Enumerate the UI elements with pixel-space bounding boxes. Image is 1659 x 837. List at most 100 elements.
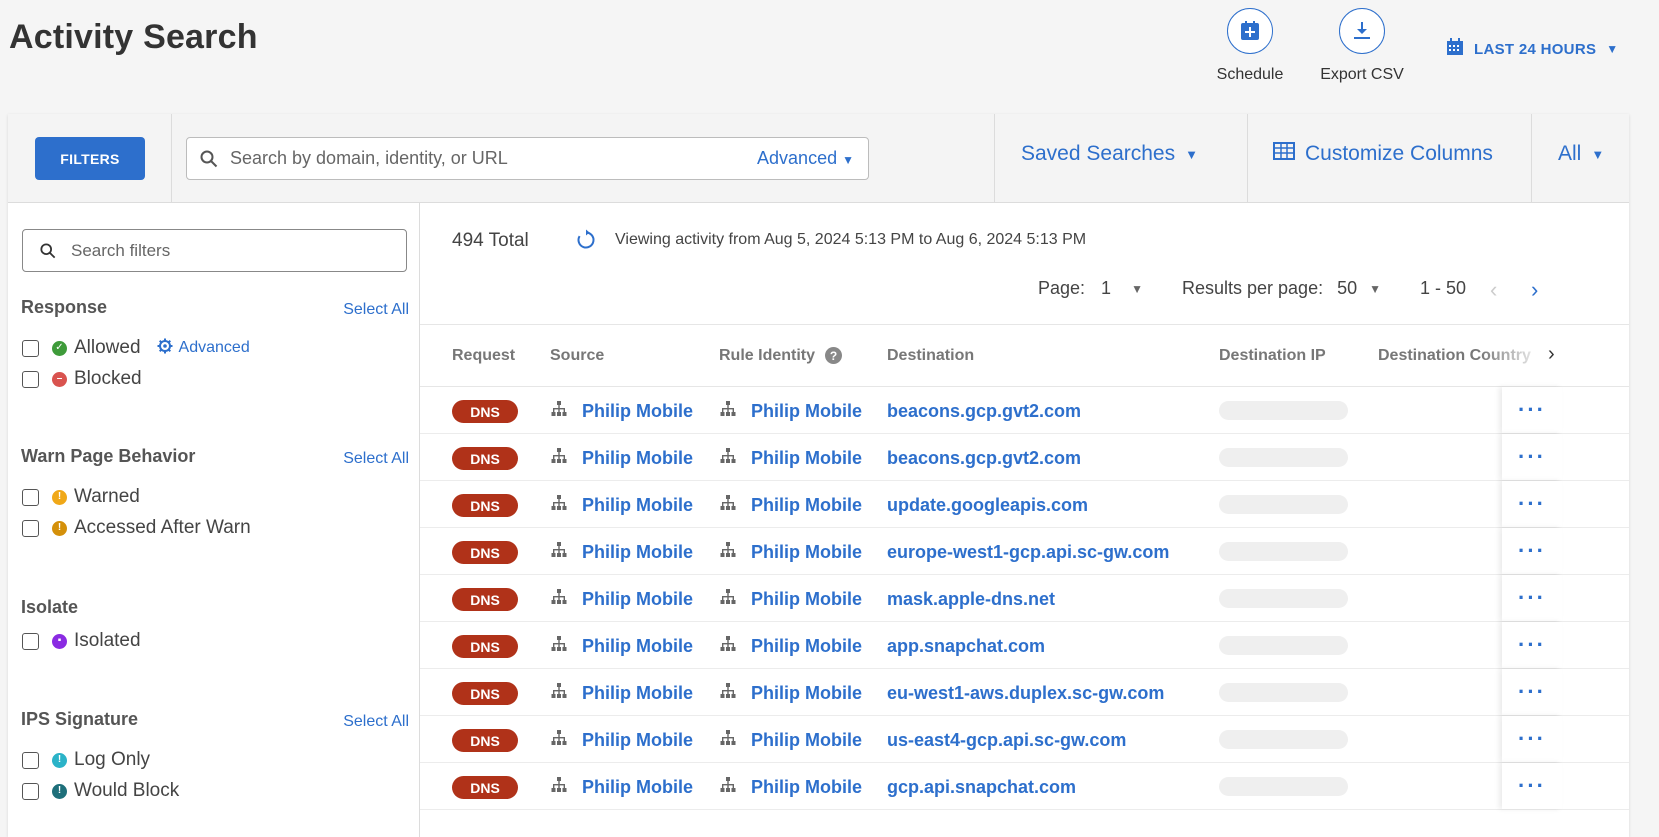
results-per-page-selector[interactable]: Results per page: 50 ▼	[1182, 278, 1381, 299]
rule-identity-link[interactable]: Philip Mobile	[719, 400, 862, 423]
filter-item-label: Accessed After Warn	[74, 517, 251, 538]
source-link[interactable]: Philip Mobile	[550, 729, 693, 752]
table-row[interactable]: DNS Philip Mobile Philip Mobile app.snapcha…	[420, 622, 1629, 669]
source-link[interactable]: Philip Mobile	[550, 400, 693, 423]
column-header-destination[interactable]: Destination	[887, 347, 974, 365]
chevron-left-icon[interactable]: ‹	[1490, 277, 1497, 303]
destination-link[interactable]: us-east4-gcp.api.sc-gw.com	[887, 730, 1126, 751]
filter-search-input[interactable]	[71, 240, 371, 261]
rule-identity-link[interactable]: Philip Mobile	[719, 776, 862, 799]
source-link[interactable]: Philip Mobile	[550, 447, 693, 470]
more-actions-icon[interactable]: ···	[1502, 387, 1562, 433]
section-title-isolate: Isolate	[21, 597, 79, 617]
help-icon[interactable]: ?	[825, 347, 843, 365]
more-actions-icon[interactable]: ···	[1502, 622, 1562, 668]
table-row[interactable]: DNS Philip Mobile Philip Mobile beacons.gcp…	[420, 387, 1629, 434]
source-link[interactable]: Philip Mobile	[550, 682, 693, 705]
advanced-response-link[interactable]: Advanced	[157, 338, 250, 359]
destination-link[interactable]: beacons.gcp.gvt2.com	[887, 448, 1081, 469]
filters-button[interactable]: FILTERS	[35, 137, 145, 180]
allowed-checkbox[interactable]	[22, 339, 39, 357]
would-block-checkbox[interactable]	[22, 782, 39, 800]
identity-icon	[550, 400, 582, 423]
column-header-rule-identity[interactable]: Rule Identity?	[719, 347, 843, 365]
destination-link[interactable]: europe-west1-gcp.api.sc-gw.com	[887, 542, 1169, 563]
more-actions-icon[interactable]: ···	[1502, 763, 1562, 809]
source-link[interactable]: Philip Mobile	[550, 541, 693, 564]
destination-link[interactable]: app.snapchat.com	[887, 636, 1045, 657]
rule-identity-link[interactable]: Philip Mobile	[719, 729, 862, 752]
column-header-source[interactable]: Source	[550, 347, 604, 365]
chevron-right-icon[interactable]: ›	[1548, 343, 1555, 366]
select-all-ips-signature[interactable]: Select All	[343, 713, 409, 731]
more-actions-icon[interactable]: ···	[1502, 669, 1562, 715]
table-row[interactable]: DNS Philip Mobile Philip Mobile gcp.api.sna…	[420, 763, 1629, 810]
caret-down-icon: ▼	[1369, 281, 1382, 296]
column-header-request[interactable]: Request	[452, 347, 515, 365]
source-link[interactable]: Philip Mobile	[550, 776, 693, 799]
destination-ip-placeholder	[1219, 448, 1348, 467]
table-header: Request Source Rule Identity? Destinatio…	[420, 324, 1629, 387]
export-csv-button[interactable]: Export CSV	[1307, 8, 1417, 84]
select-all-warn-page[interactable]: Select All	[343, 450, 409, 468]
table-row[interactable]: DNS Philip Mobile Philip Mobile beacons.gcp…	[420, 434, 1629, 481]
toolbar-divider	[1531, 114, 1532, 203]
warning-circle-icon: !	[52, 520, 67, 536]
all-dropdown[interactable]: All ▼	[1558, 142, 1604, 166]
warning-circle-icon: !	[52, 489, 67, 505]
identity-icon	[719, 400, 751, 423]
table-row[interactable]: DNS Philip Mobile Philip Mobile mask.apple-…	[420, 575, 1629, 622]
time-range-dropdown[interactable]: LAST 24 HOURS ▼	[1446, 38, 1618, 60]
chevron-right-icon[interactable]: ›	[1531, 277, 1538, 303]
destination-link[interactable]: eu-west1-aws.duplex.sc-gw.com	[887, 683, 1164, 704]
filter-item-label: Warned	[74, 486, 140, 507]
more-actions-icon[interactable]: ···	[1502, 481, 1562, 527]
total-count: 494 Total	[452, 230, 529, 251]
filter-item-label: Allowed	[74, 337, 141, 358]
advanced-search-dropdown[interactable]: Advanced ▼	[757, 148, 854, 169]
page-selector[interactable]: Page: 1 ▼	[1038, 278, 1143, 299]
table-row[interactable]: DNS Philip Mobile Philip Mobile us-east4-gc…	[420, 716, 1629, 763]
log-only-checkbox[interactable]	[22, 751, 39, 769]
blocked-checkbox[interactable]	[22, 370, 39, 388]
destination-link[interactable]: update.googleapis.com	[887, 495, 1088, 516]
request-type-badge: DNS	[452, 729, 518, 752]
source-name: Philip Mobile	[582, 777, 693, 797]
rule-identity-link[interactable]: Philip Mobile	[719, 682, 862, 705]
more-actions-icon[interactable]: ···	[1502, 575, 1562, 621]
activity-panel: FILTERS Advanced ▼ Saved Searches ▼ Cust…	[8, 114, 1629, 837]
rule-identity-name: Philip Mobile	[751, 542, 862, 562]
destination-link[interactable]: beacons.gcp.gvt2.com	[887, 401, 1081, 422]
advanced-label: Advanced	[178, 339, 250, 356]
more-actions-icon[interactable]: ···	[1502, 528, 1562, 574]
source-link[interactable]: Philip Mobile	[550, 588, 693, 611]
rule-identity-link[interactable]: Philip Mobile	[719, 541, 862, 564]
more-actions-icon[interactable]: ···	[1502, 434, 1562, 480]
table-row[interactable]: DNS Philip Mobile Philip Mobile eu-west1-aw…	[420, 669, 1629, 716]
destination-link[interactable]: gcp.api.snapchat.com	[887, 777, 1076, 798]
rule-identity-link[interactable]: Philip Mobile	[719, 447, 862, 470]
rule-identity-name: Philip Mobile	[751, 683, 862, 703]
select-all-response[interactable]: Select All	[343, 301, 409, 319]
column-header-destination-ip[interactable]: Destination IP	[1219, 347, 1326, 365]
saved-searches-dropdown[interactable]: Saved Searches ▼	[1021, 142, 1198, 166]
rule-identity-link[interactable]: Philip Mobile	[719, 494, 862, 517]
source-link[interactable]: Philip Mobile	[550, 494, 693, 517]
more-actions-icon[interactable]: ···	[1502, 716, 1562, 762]
source-link[interactable]: Philip Mobile	[550, 635, 693, 658]
warned-checkbox[interactable]	[22, 488, 39, 506]
table-row[interactable]: DNS Philip Mobile Philip Mobile europe-west…	[420, 528, 1629, 575]
identity-icon	[719, 588, 751, 611]
table-row[interactable]: DNS Philip Mobile Philip Mobile update.goog…	[420, 481, 1629, 528]
schedule-button[interactable]: Schedule	[1195, 8, 1305, 84]
caret-down-icon: ▼	[1185, 146, 1198, 162]
rule-identity-link[interactable]: Philip Mobile	[719, 588, 862, 611]
isolated-checkbox[interactable]	[22, 632, 39, 650]
refresh-icon[interactable]	[575, 229, 597, 256]
rule-identity-link[interactable]: Philip Mobile	[719, 635, 862, 658]
customize-columns-button[interactable]: Customize Columns	[1273, 142, 1493, 166]
destination-link[interactable]: mask.apple-dns.net	[887, 589, 1055, 610]
destination-ip-placeholder	[1219, 495, 1348, 514]
accessed-after-warn-checkbox[interactable]	[22, 519, 39, 537]
search-input[interactable]	[230, 148, 710, 169]
